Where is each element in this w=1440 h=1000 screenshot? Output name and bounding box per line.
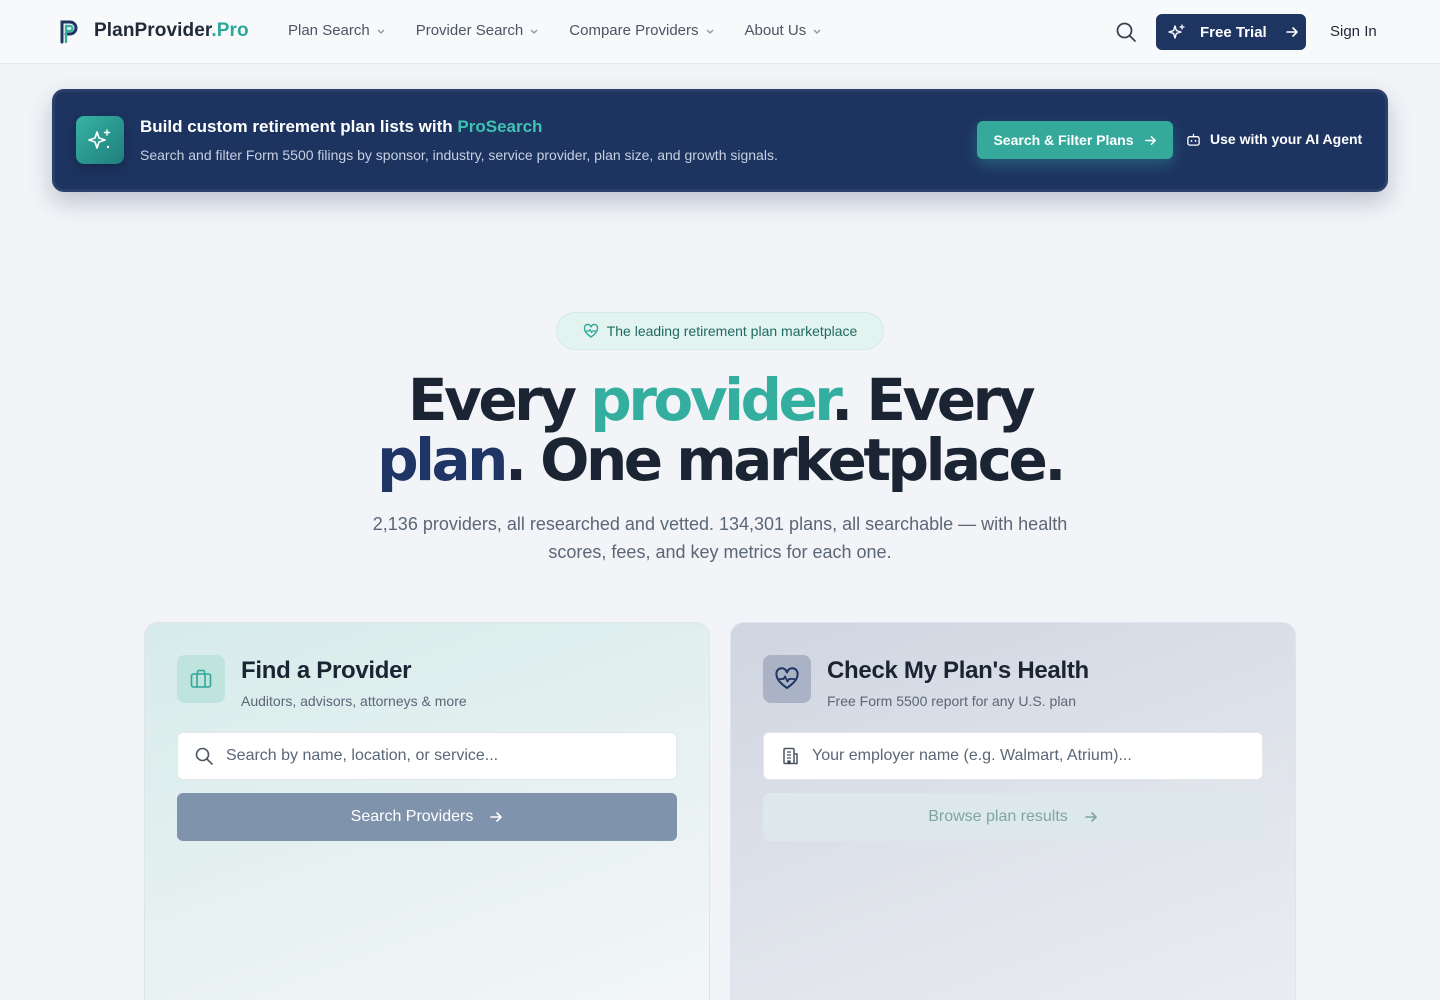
briefcase-icon <box>177 655 225 703</box>
plan-health-title: Check My Plan's Health <box>827 657 1089 684</box>
search-providers-button[interactable]: Search Providers <box>177 793 677 841</box>
plan-health-subtitle: Free Form 5500 report for any U.S. plan <box>827 693 1076 709</box>
marketplace-badge-label: The leading retirement plan marketplace <box>606 323 858 339</box>
arrow-right-icon <box>1285 27 1298 37</box>
find-provider-title: Find a Provider <box>241 657 412 684</box>
provider-search-input[interactable] <box>226 747 666 765</box>
nav-compare-providers[interactable]: Compare Providers <box>569 22 714 39</box>
nav-compare-providers-label: Compare Providers <box>569 22 699 39</box>
marketplace-badge: The leading retirement plan marketplace <box>556 312 884 350</box>
search-providers-label: Search Providers <box>350 808 474 825</box>
find-provider-subtitle: Auditors, advisors, attorneys & more <box>241 693 467 709</box>
chevron-down-icon <box>813 29 821 34</box>
prosearch-banner: Build custom retirement plan lists with … <box>52 89 1388 192</box>
ai-agent-link[interactable]: Use with your AI Agent <box>1186 131 1362 147</box>
arrow-right-icon <box>1144 135 1156 145</box>
nav-plan-search-label: Plan Search <box>288 22 370 39</box>
logo-text: PlanProvider.Pro <box>94 20 249 41</box>
plan-health-card: Check My Plan's Health Free Form 5500 re… <box>730 622 1296 1000</box>
main-menu: Plan Search Provider Search Compare Prov… <box>288 22 852 39</box>
chevron-down-icon <box>706 29 713 34</box>
logo-icon <box>60 20 78 44</box>
nav-plan-search[interactable]: Plan Search <box>288 22 386 39</box>
page-subtitle: 2,136 providers, all researched and vett… <box>372 514 1068 562</box>
employer-search-field[interactable] <box>763 732 1263 780</box>
banner-title: Build custom retirement plan lists with … <box>140 117 543 136</box>
free-trial-button[interactable]: Free Trial <box>1156 14 1306 50</box>
nav-about-us[interactable]: About Us <box>745 22 823 39</box>
arrow-right-icon <box>1085 812 1097 822</box>
find-provider-card: Find a Provider Auditors, advisors, atto… <box>144 622 710 1000</box>
search-filter-plans-button[interactable]: Search & Filter Plans <box>977 121 1173 159</box>
ai-agent-label: Use with your AI Agent <box>1210 131 1363 147</box>
chevron-down-icon <box>377 29 385 34</box>
banner-subtitle: Search and filter Form 5500 filings by s… <box>140 147 778 163</box>
bot-icon <box>1187 133 1200 146</box>
building-icon <box>783 747 798 765</box>
heart-pulse-icon <box>583 323 598 338</box>
logo[interactable]: PlanProvider.Pro <box>58 18 249 44</box>
sparkles-icon <box>1168 24 1185 39</box>
search-icon[interactable] <box>1114 20 1138 44</box>
browse-plan-results-label: Browse plan results <box>928 808 1068 825</box>
heart-pulse-icon <box>763 655 811 703</box>
browse-plan-results-button[interactable]: Browse plan results <box>763 793 1263 841</box>
sign-in-link[interactable]: Sign In <box>1330 23 1377 40</box>
sparkles-icon <box>76 116 124 164</box>
employer-search-input[interactable] <box>812 747 1252 765</box>
nav-provider-search-label: Provider Search <box>415 22 524 39</box>
nav-about-us-label: About Us <box>744 22 807 39</box>
arrow-right-icon <box>490 812 503 822</box>
top-nav: PlanProvider.Pro Plan Search Provider Se… <box>0 0 1440 64</box>
provider-search-field[interactable] <box>177 732 677 780</box>
chevron-down-icon <box>530 29 538 34</box>
page-title: Every provider. Every plan. One marketpla… <box>377 366 1066 494</box>
search-icon <box>195 747 213 765</box>
free-trial-label: Free Trial <box>1200 23 1267 41</box>
nav-provider-search[interactable]: Provider Search <box>416 22 540 39</box>
search-filter-plans-label: Search & Filter Plans <box>993 132 1134 148</box>
